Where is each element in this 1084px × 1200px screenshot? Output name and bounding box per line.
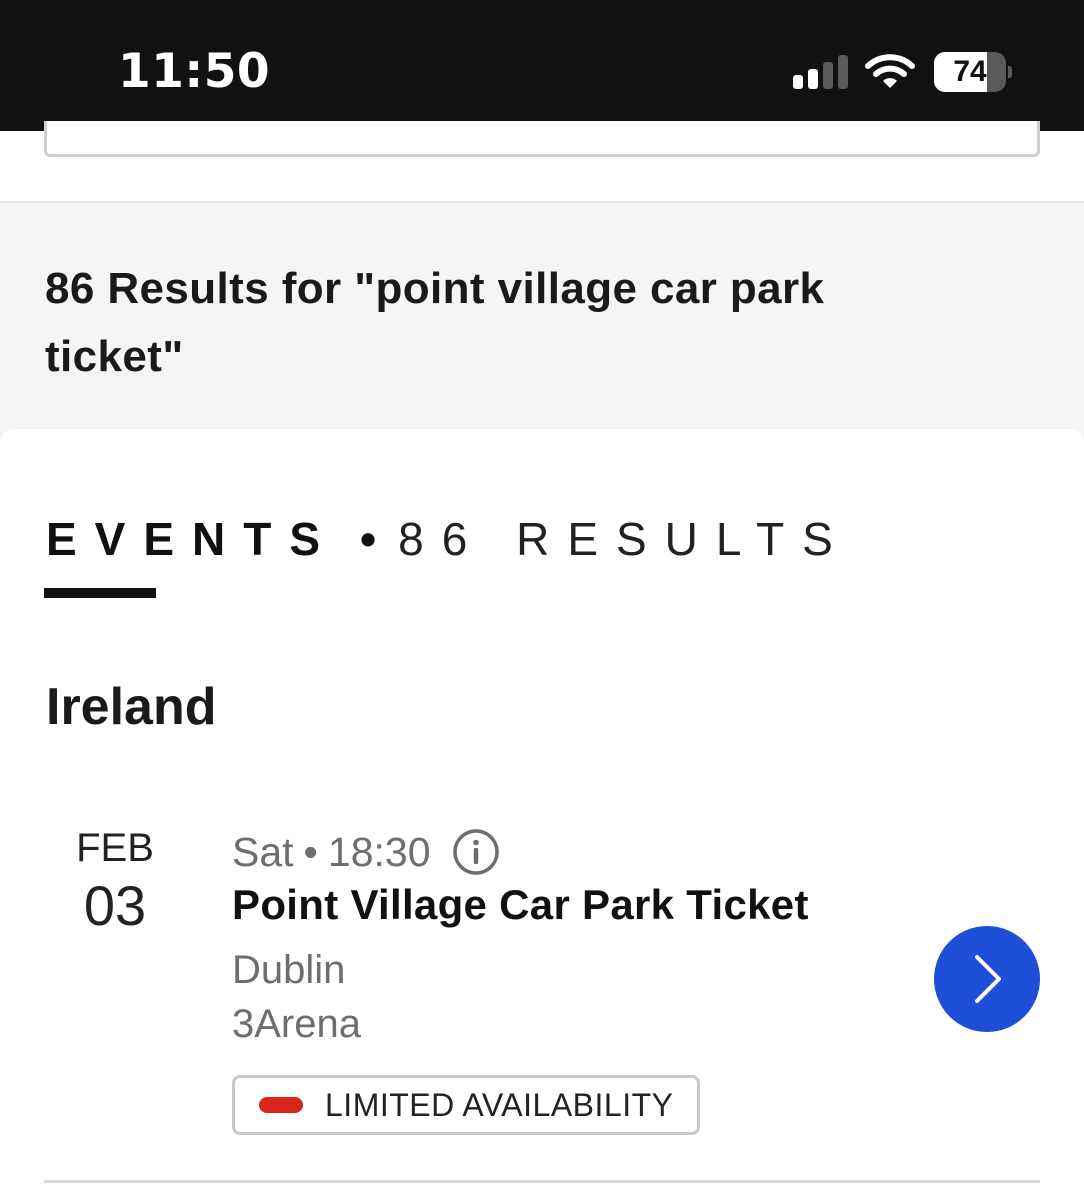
battery-nub: [1008, 66, 1012, 78]
event-weekday: Sat: [232, 829, 294, 875]
results-card: EVENTS • 86 RESULTS Ireland FEB 03 Sat • 18:…: [0, 429, 1084, 1200]
event-details-button[interactable]: [934, 926, 1040, 1032]
battery-icon: 74: [934, 52, 1012, 92]
section-title: Ireland: [46, 678, 217, 736]
signal-bar: [808, 69, 818, 89]
search-input[interactable]: [44, 121, 1040, 157]
availability-badge: LIMITED AVAILABILITY: [232, 1075, 701, 1135]
event-date-month: FEB: [76, 826, 154, 870]
availability-indicator: [259, 1097, 303, 1113]
event-meta-separator: •: [303, 829, 318, 875]
battery-level: 74: [953, 55, 987, 88]
event-city: Dublin: [232, 948, 346, 992]
chevron-right-icon: [975, 955, 1001, 1003]
event-list-item[interactable]: FEB 03 Sat • 18:30 Point Village Car Park …: [0, 821, 1084, 1181]
availability-text: LIMITED AVAILABILITY: [325, 1087, 674, 1123]
tab-active-indicator: [44, 588, 156, 598]
event-meta: Sat • 18:30: [232, 827, 500, 877]
tab-events[interactable]: EVENTS • 86 RESULTS: [46, 509, 851, 569]
status-time: 11:50: [118, 44, 271, 99]
signal-bar: [823, 62, 833, 89]
tab-separator: •: [360, 513, 377, 565]
wifi-icon: [865, 54, 915, 88]
results-title: 86 Results for "point village car park t…: [45, 264, 825, 381]
signal-bar: [838, 55, 848, 89]
event-date-day: 03: [83, 874, 147, 937]
results-header: 86 Results for "point village car park t…: [0, 201, 1084, 441]
event-title: Point Village Car Park Ticket: [232, 881, 809, 928]
tab-results-count: 86 RESULTS: [398, 513, 851, 565]
signal-icon: [793, 55, 849, 89]
list-divider: [44, 1180, 1040, 1183]
event-venue: 3Arena: [232, 1002, 361, 1046]
info-icon[interactable]: [452, 828, 500, 876]
event-time: 18:30: [327, 829, 431, 875]
signal-bar: [793, 75, 803, 89]
tab-events-label: EVENTS: [46, 513, 339, 565]
battery-body: 74: [934, 52, 1006, 92]
search-area: [0, 121, 1084, 201]
status-bar: 11:50 74: [0, 0, 1084, 131]
